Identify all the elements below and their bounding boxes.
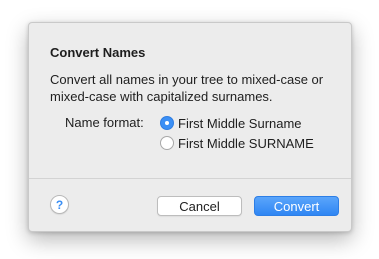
dialog-title: Convert Names <box>50 45 146 60</box>
dialog-message: Convert all names in your tree to mixed-… <box>50 72 324 104</box>
radio-option-label: First Middle Surname <box>178 115 302 131</box>
help-glyph: ? <box>55 197 64 212</box>
footer-divider <box>29 178 351 179</box>
cancel-button[interactable]: Cancel <box>157 196 242 216</box>
radio-option-label: First Middle SURNAME <box>178 135 314 151</box>
radio-selected-indicator[interactable] <box>160 116 174 130</box>
radio-option-first-middle-surname[interactable]: First Middle Surname <box>160 115 302 131</box>
help-icon[interactable]: ? <box>50 195 69 214</box>
name-format-label: Name format: <box>65 115 144 130</box>
radio-unselected-indicator[interactable] <box>160 136 174 150</box>
convert-button[interactable]: Convert <box>254 196 339 216</box>
convert-names-dialog: Convert Names Convert all names in your … <box>28 22 352 232</box>
radio-option-first-middle-surname-caps[interactable]: First Middle SURNAME <box>160 135 314 151</box>
